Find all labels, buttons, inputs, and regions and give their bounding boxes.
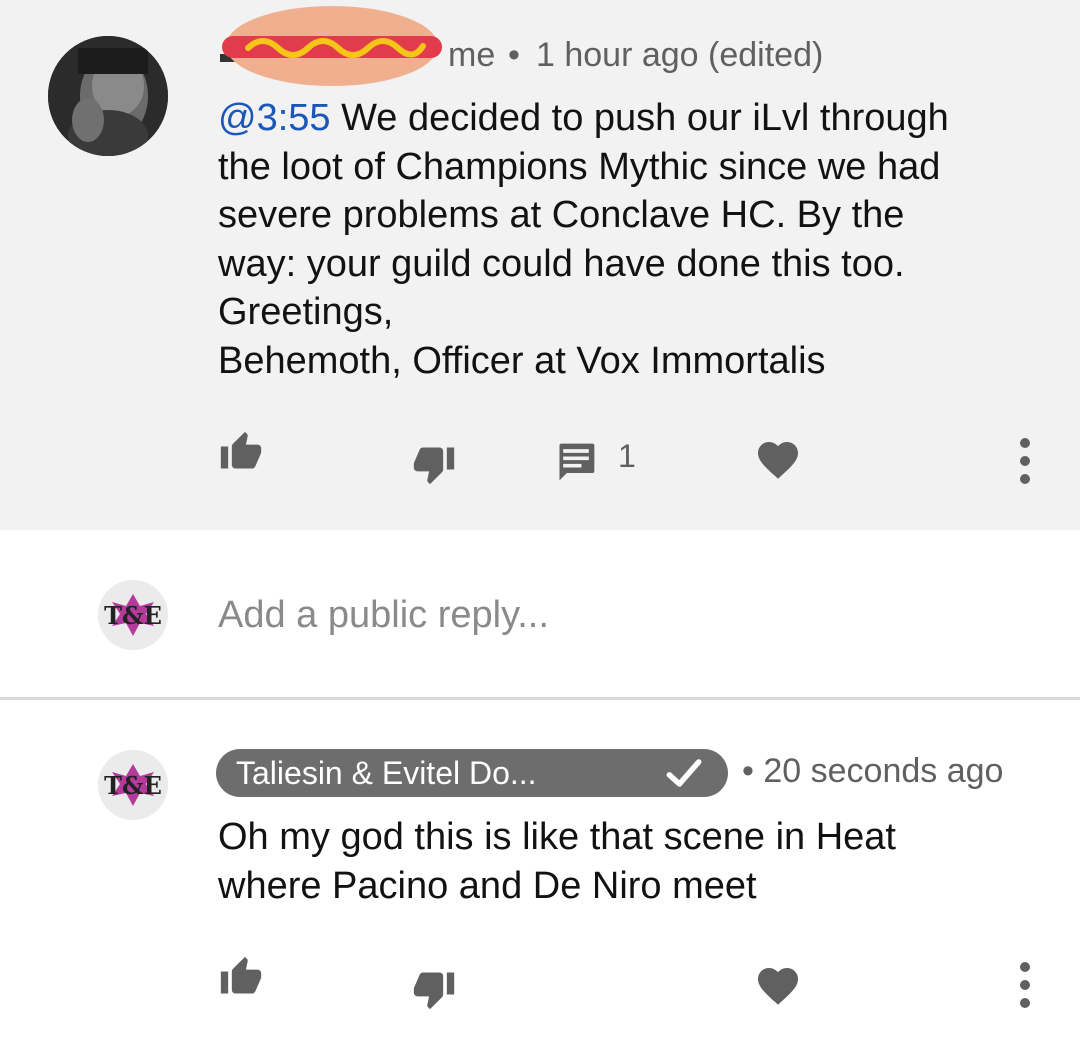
thumbs-up-icon[interactable] [218,430,264,474]
svg-text:T&E: T&E [104,771,162,800]
thumbs-down-icon[interactable] [411,967,457,1011]
meta-separator: • [508,36,520,74]
channel-avatar[interactable]: T&E [98,580,168,650]
reply-count: 1 [618,438,636,474]
channel-logo-icon: T&E [98,580,168,650]
comment-author-name[interactable]: me [448,36,495,75]
reply-body: Oh my god this is like that scene in Hea… [218,813,1048,910]
thumbs-down-icon[interactable] [411,442,457,486]
reply-author-avatar[interactable]: T&E [98,750,168,820]
comment-time: 1 hour ago (edited) [536,36,824,74]
hotdog-redaction-icon [220,6,442,86]
reply-line-2: where Pacino and De Niro meet [218,864,757,907]
comment-line-4: way: your guild could have done this too… [218,242,905,285]
person-photo-icon [48,36,168,156]
comment-line-6: Behemoth, Officer at Vox Immortalis [218,339,826,382]
public-reply-input[interactable]: Add a public reply... [218,594,549,637]
comment-line-1-text: We decided to push our iLvl through [330,97,949,139]
verified-check-icon [666,759,702,787]
channel-logo-icon: T&E [98,750,168,820]
comment-line-1: @3:55 We decided to push our iLvl throug… [218,94,1048,143]
section-divider [0,697,1080,700]
more-vertical-icon[interactable] [1014,960,1036,1010]
timestamp-link[interactable]: @3:55 [218,97,331,139]
heart-icon[interactable] [754,962,802,1006]
svg-text:T&E: T&E [104,601,162,630]
comment-thread-parent: me • 1 hour ago (edited) @3:55 We decide… [0,0,1080,530]
reply-line-1: Oh my god this is like that scene in Hea… [218,816,896,858]
reply-icon[interactable] [554,440,598,484]
reply-meta: • 20 seconds ago [742,752,1003,791]
more-vertical-icon[interactable] [1014,436,1036,486]
heart-icon[interactable] [754,436,802,480]
comment-line-5: Greetings, [218,291,394,333]
comment-body: @3:55 We decided to push our iLvl throug… [218,94,1048,385]
commenter-avatar[interactable] [48,36,168,156]
reply-author-name: Taliesin & Evitel Do... [236,755,537,791]
reply-author-badge[interactable]: Taliesin & Evitel Do... [216,749,728,797]
comment-line-2: the loot of Champions Mythic since we ha… [218,145,941,188]
thumbs-up-icon[interactable] [218,955,264,999]
meta-separator: • [742,752,754,790]
reply-time: 20 seconds ago [763,752,1004,790]
comment-line-3: severe problems at Conclave HC. By the [218,194,905,236]
